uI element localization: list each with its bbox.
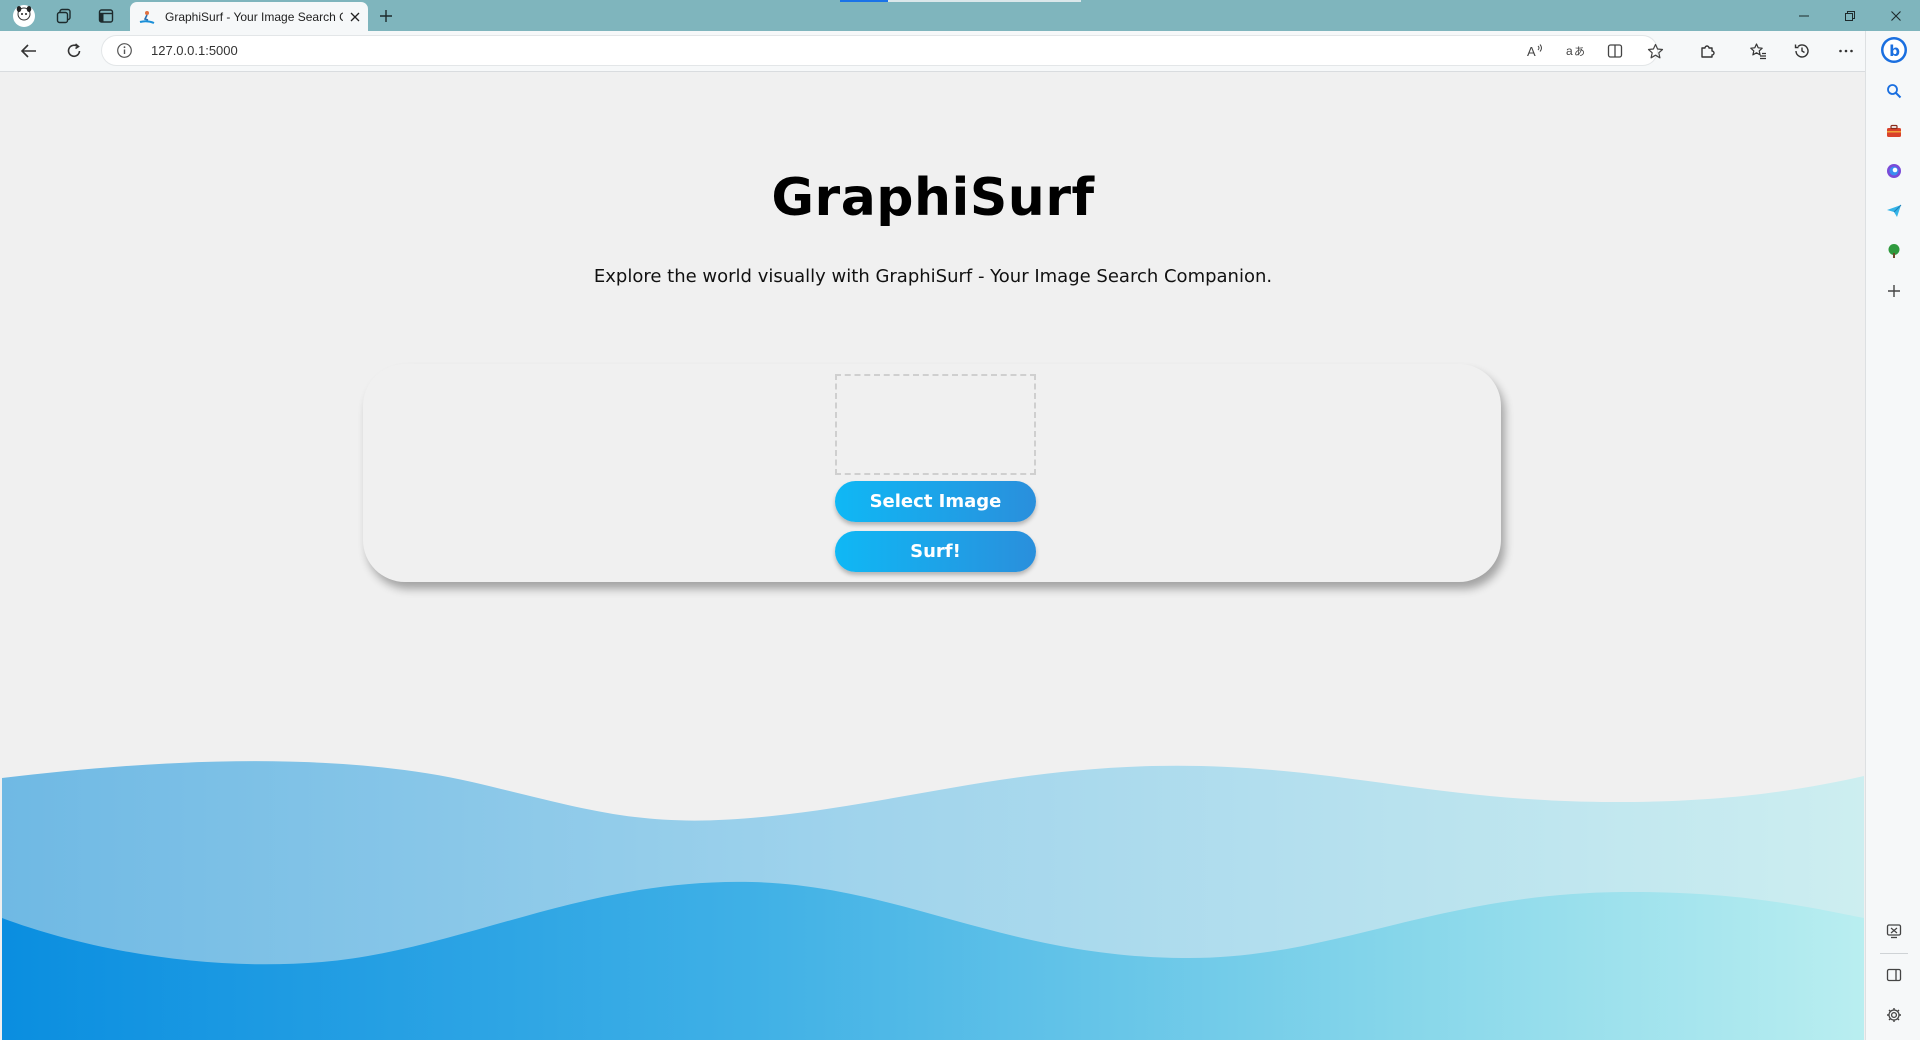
- page-viewport: GraphiSurf Explore the world visually wi…: [2, 72, 1864, 1040]
- close-icon: [1891, 10, 1901, 21]
- surf-button[interactable]: Surf!: [835, 531, 1036, 572]
- translate-icon[interactable]: aあ: [1562, 38, 1588, 64]
- history-icon: [1794, 44, 1809, 58]
- split-screen-icon[interactable]: [1602, 38, 1628, 64]
- extensions-button[interactable]: [1693, 36, 1723, 66]
- ellipsis-icon: [1839, 49, 1853, 53]
- url-text[interactable]: 127.0.0.1:5000: [151, 43, 238, 58]
- plus-icon[interactable]: [1880, 277, 1908, 305]
- new-tab-button[interactable]: [372, 2, 400, 30]
- history-button[interactable]: [1787, 36, 1817, 66]
- sidebar-divider: [1880, 953, 1908, 954]
- tree-icon[interactable]: [1880, 237, 1908, 265]
- browser-sidebar: b: [1865, 31, 1920, 1040]
- tab-loading-track: [888, 0, 1081, 2]
- back-arrow-icon: [20, 44, 36, 58]
- bing-copilot-icon[interactable]: b: [1880, 36, 1908, 64]
- minimize-button[interactable]: [1781, 0, 1827, 31]
- profile-avatar-icon[interactable]: [10, 2, 38, 30]
- restore-icon: [1845, 10, 1855, 21]
- favorites-icon: [1750, 43, 1766, 60]
- image-preview-dropzone[interactable]: [835, 374, 1036, 475]
- address-bar[interactable]: 127.0.0.1:5000 A aあ: [102, 36, 1663, 65]
- svg-text:A: A: [1527, 44, 1536, 59]
- plus-icon: [380, 10, 392, 22]
- search-card: Select Image Surf!: [363, 364, 1501, 582]
- back-button[interactable]: [14, 36, 44, 66]
- refresh-icon: [67, 43, 81, 57]
- toolbox-icon[interactable]: [1880, 117, 1908, 145]
- svg-text:あ: あ: [1574, 45, 1584, 58]
- decorative-waves: [2, 761, 1864, 1040]
- select-image-button[interactable]: Select Image: [835, 481, 1036, 522]
- more-menu-button[interactable]: [1831, 36, 1861, 66]
- puzzle-icon: [1701, 45, 1715, 58]
- svg-text:b: b: [1889, 42, 1900, 60]
- browser-title-bar: GraphiSurf - Your Image Search Companion: [0, 0, 1920, 31]
- office-icon[interactable]: [1880, 157, 1908, 185]
- close-window-button[interactable]: [1873, 0, 1919, 31]
- search-icon[interactable]: [1880, 77, 1908, 105]
- info-icon[interactable]: [116, 42, 133, 59]
- minimize-icon: [1799, 15, 1809, 16]
- star-icon[interactable]: [1642, 38, 1668, 64]
- favorites-button[interactable]: [1743, 36, 1773, 66]
- tab-title: GraphiSurf - Your Image Search Companion: [165, 9, 343, 24]
- tab-graphisurf[interactable]: GraphiSurf - Your Image Search Companion: [130, 2, 368, 31]
- screenshot-icon[interactable]: [1880, 917, 1908, 945]
- page-title: GraphiSurf: [771, 168, 1095, 228]
- refresh-button[interactable]: [59, 36, 89, 66]
- workspaces-icon[interactable]: [50, 2, 78, 30]
- send-icon[interactable]: [1880, 197, 1908, 225]
- settings-gear-icon[interactable]: [1880, 1001, 1908, 1029]
- close-icon[interactable]: [345, 7, 365, 27]
- sidebar-toggle-icon[interactable]: [1880, 961, 1908, 989]
- vertical-tabs-icon[interactable]: [92, 2, 120, 30]
- surfer-favicon: [139, 9, 155, 25]
- page-subtitle: Explore the world visually with GraphiSu…: [593, 266, 1273, 287]
- read-aloud-icon[interactable]: A: [1522, 38, 1548, 64]
- tab-loading-indicator: [840, 0, 888, 2]
- restore-button[interactable]: [1827, 0, 1873, 31]
- browser-toolbar: 127.0.0.1:5000 A aあ: [0, 31, 1920, 72]
- svg-text:a: a: [1566, 44, 1573, 58]
